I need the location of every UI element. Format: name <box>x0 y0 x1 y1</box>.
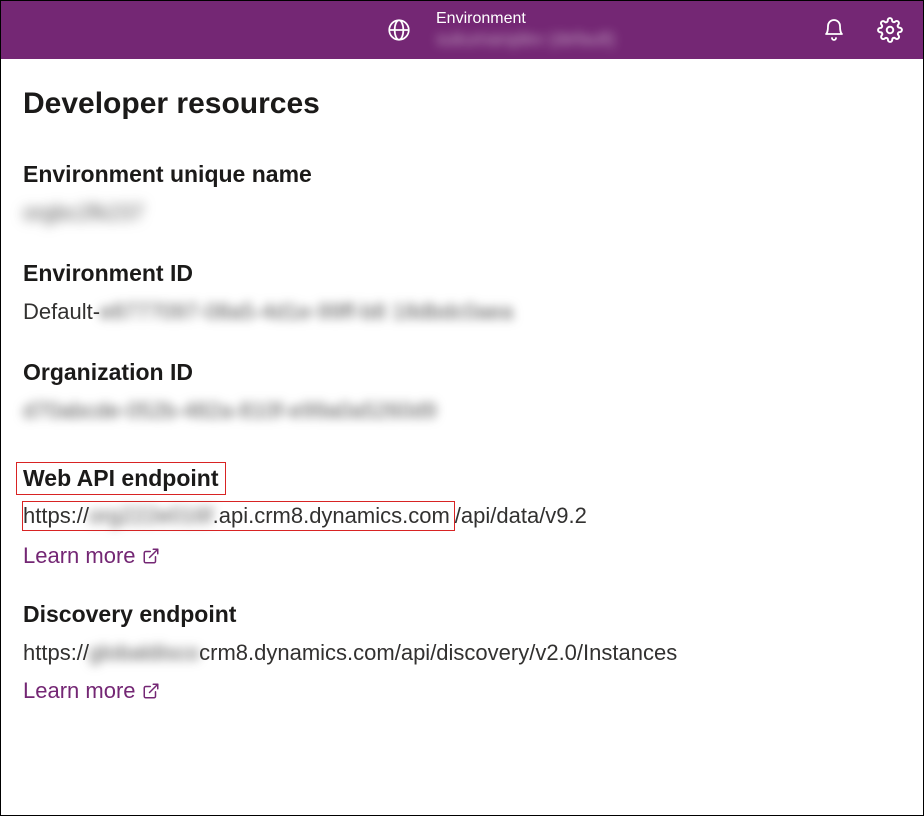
environment-id-prefix: Default- <box>23 299 100 324</box>
environment-id-value: Default-e8777097-08a5-4d1e-99ff-b8 18dbd… <box>23 299 901 325</box>
organization-id-label: Organization ID <box>23 359 901 386</box>
learn-more-text: Learn more <box>23 678 136 704</box>
discovery-endpoint-label: Discovery endpoint <box>23 601 901 628</box>
web-api-endpoint-label: Web API endpoint <box>23 462 901 495</box>
environment-name-blurred: sukumarqdev (default) <box>436 29 801 50</box>
discovery-suffix: crm8.dynamics.com/api/discovery/v2.0/Ins… <box>199 640 677 665</box>
environment-block[interactable]: Environment sukumarqdev (default) <box>436 10 801 49</box>
notification-bell-icon[interactable] <box>821 17 847 43</box>
web-api-blurred-host: org222e016f <box>89 503 213 528</box>
app-header: Environment sukumarqdev (default) <box>1 1 923 59</box>
web-api-suffix-in-box: .api.crm8.dynamics.com <box>213 503 450 528</box>
web-api-label-highlight: Web API endpoint <box>16 462 226 495</box>
discovery-prefix: https:// <box>23 640 89 665</box>
external-link-icon <box>142 547 160 565</box>
web-api-prefix: https:// <box>23 503 89 528</box>
globe-icon <box>386 17 412 43</box>
organization-id-value: d70abcde-052b-482a-810f-e99a0a5260d9 <box>23 398 901 424</box>
discovery-learn-more-link[interactable]: Learn more <box>23 678 160 704</box>
content-area: Developer resources Environment unique n… <box>1 59 923 724</box>
environment-id-label: Environment ID <box>23 260 901 287</box>
web-api-learn-more-link[interactable]: Learn more <box>23 543 160 569</box>
environment-label: Environment <box>436 10 801 28</box>
web-api-suffix-out: /api/data/v9.2 <box>455 503 587 528</box>
discovery-endpoint-value: https://globaldiscocrm8.dynamics.com/api… <box>23 640 901 666</box>
external-link-icon <box>142 682 160 700</box>
page-title: Developer resources <box>23 87 901 121</box>
learn-more-text: Learn more <box>23 543 136 569</box>
web-api-url-highlight: https://org222e016f.api.crm8.dynamics.co… <box>22 501 455 531</box>
env-unique-name-label: Environment unique name <box>23 161 901 188</box>
discovery-blurred-host: globaldisco <box>89 640 199 665</box>
header-icons <box>821 17 903 43</box>
web-api-endpoint-value: https://org222e016f.api.crm8.dynamics.co… <box>23 501 901 531</box>
settings-gear-icon[interactable] <box>877 17 903 43</box>
environment-id-blurred: e8777097-08a5-4d1e-99ff-b8 18dbdc0aea <box>100 299 513 324</box>
env-unique-name-value: orgbc2fk237 <box>23 200 901 226</box>
